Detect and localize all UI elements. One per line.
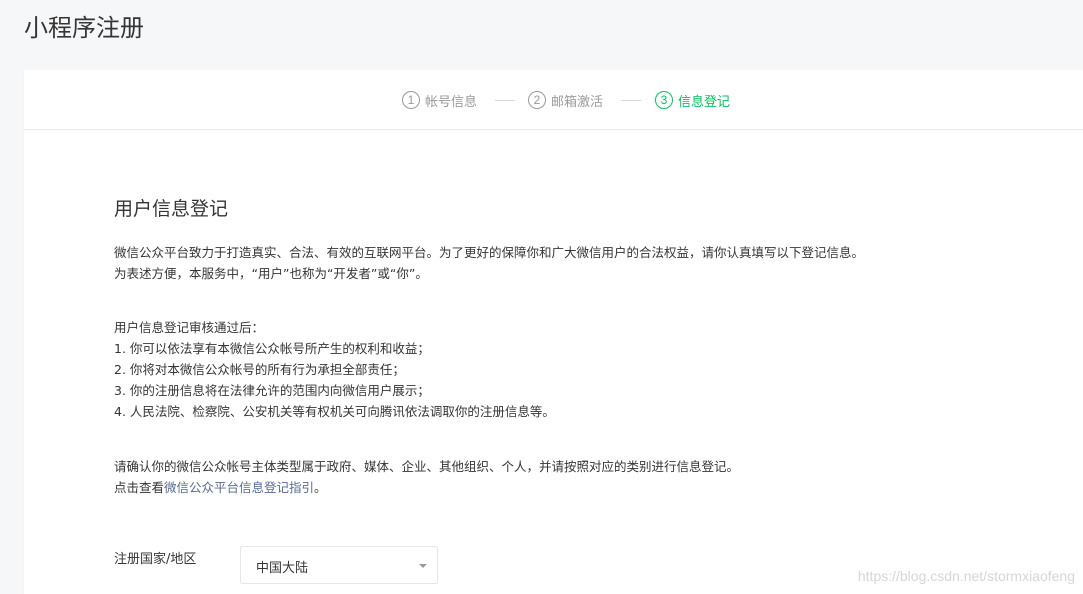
review-item: 2. 你将对本微信公众帐号的所有行为承担全部责任； [114,362,405,377]
review-item: 1. 你可以依法享有本微信公众帐号所产生的权利和收益； [114,341,430,356]
country-label: 注册国家/地区 [114,552,197,567]
step-account-info: 1 帐号信息 [402,90,477,110]
section-title: 用户信息登记 [114,198,229,220]
guide-link[interactable]: 微信公众平台信息登记指引 [164,480,314,495]
step-separator [621,100,641,101]
step-email-activation: 2 邮箱激活 [528,90,603,110]
watermark: https://blog.csdn.net/stormxiaofeng [857,568,1075,584]
review-heading: 用户信息登记审核通过后： [114,320,265,335]
step-separator [495,100,515,101]
review-paragraph: 用户信息登记审核通过后： 1. 你可以依法享有本微信公众帐号所产生的权利和收益；… [114,317,555,422]
step-label: 信息登记 [678,94,731,110]
registration-card: 1 帐号信息 2 邮箱激活 3 信息登记 用户信息登记 微信公众平台致力于打造真… [24,70,1083,594]
chevron-down-icon [419,564,427,568]
step-number-2: 2 [528,91,546,109]
step-label: 帐号信息 [425,94,478,110]
country-select-value: 中国大陆 [256,561,309,576]
step-info-registration: 3 信息登记 [655,90,730,110]
confirm-text: 请确认你的微信公众帐号主体类型属于政府、媒体、企业、其他组织、个人，并请按照对应… [114,459,740,474]
intro-paragraph: 微信公众平台致力于打造真实、合法、有效的互联网平台。为了更好的保障你和广大微信用… [114,242,864,284]
step-number-1: 1 [402,91,420,109]
guide-line: 点击查看微信公众平台信息登记指引。 [114,477,739,498]
review-item: 4. 人民法院、检察院、公安机关等有权机关可向腾讯依法调取你的注册信息等。 [114,404,555,419]
confirm-paragraph: 请确认你的微信公众帐号主体类型属于政府、媒体、企业、其他组织、个人，并请按照对应… [114,456,739,498]
step-number-3: 3 [655,91,673,109]
country-select[interactable]: 中国大陆 [240,546,438,584]
guide-suffix: 。 [314,480,327,495]
guide-prefix: 点击查看 [114,480,165,495]
intro-line: 为表述方便，本服务中，“用户”也称为“开发者”或“你”。 [114,266,428,281]
step-indicator: 1 帐号信息 2 邮箱激活 3 信息登记 [24,70,1083,130]
step-label: 邮箱激活 [551,94,604,110]
intro-line: 微信公众平台致力于打造真实、合法、有效的互联网平台。为了更好的保障你和广大微信用… [114,245,865,260]
page-title: 小程序注册 [24,14,144,42]
review-item: 3. 你的注册信息将在法律允许的范围内向微信用户展示； [114,383,430,398]
